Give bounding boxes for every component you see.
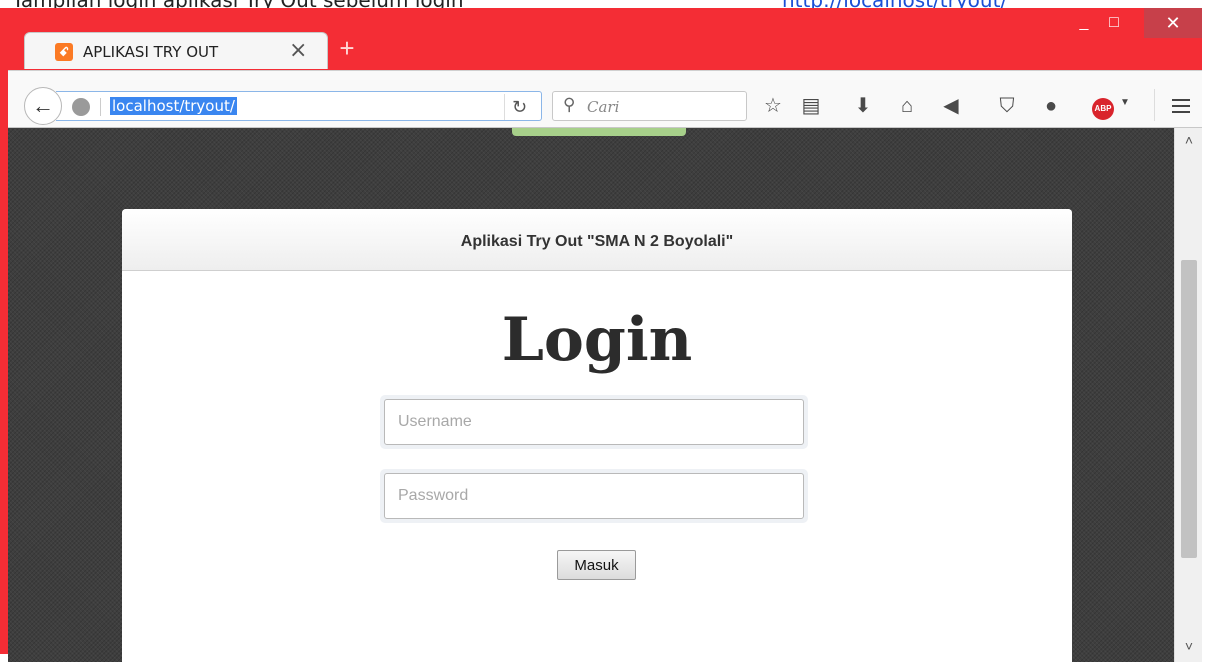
toolbar-divider bbox=[1154, 89, 1155, 121]
scroll-down-icon[interactable]: ˅ bbox=[1175, 638, 1203, 658]
reload-icon[interactable]: ↻ bbox=[504, 94, 534, 120]
search-icon: ⚲ bbox=[563, 95, 576, 114]
navigation-toolbar: localhost/tryout/ ↻ ← ⚲ Cari ☆ ▤ ⬇ ⌂ ◀ ⛉… bbox=[8, 70, 1202, 128]
page-content: Aplikasi Try Out "SMA N 2 Boyolali" Logi… bbox=[8, 128, 1174, 662]
title-bar: ꗃ APLIKASI TRY OUT × + _ □ ✕ bbox=[0, 8, 1202, 76]
search-placeholder: Cari bbox=[587, 98, 620, 116]
address-bar[interactable]: localhost/tryout/ ↻ bbox=[56, 91, 542, 121]
password-field-wrap bbox=[380, 469, 808, 523]
pocket-send-icon[interactable]: ◀ bbox=[938, 93, 964, 119]
top-accent-bar bbox=[512, 128, 686, 136]
close-window-button[interactable]: ✕ bbox=[1144, 8, 1202, 38]
tab-close-icon[interactable]: × bbox=[289, 38, 307, 63]
back-arrow-icon: ← bbox=[32, 93, 54, 118]
menu-icon[interactable] bbox=[1172, 99, 1190, 113]
new-tab-icon[interactable]: + bbox=[335, 35, 359, 61]
scroll-up-icon[interactable]: ˄ bbox=[1175, 132, 1203, 152]
username-field-wrap bbox=[380, 395, 808, 449]
adblock-plus-icon[interactable]: ABP bbox=[1092, 98, 1114, 120]
tab-title: APLIKASI TRY OUT bbox=[83, 43, 219, 61]
url-text[interactable]: localhost/tryout/ bbox=[110, 97, 237, 115]
maximize-button[interactable]: □ bbox=[1100, 8, 1128, 38]
username-input[interactable] bbox=[384, 399, 804, 445]
search-bar[interactable]: ⚲ Cari bbox=[552, 91, 747, 121]
xampp-icon: ꗃ bbox=[55, 43, 73, 61]
reading-list-icon[interactable]: ▤ bbox=[798, 93, 824, 119]
shield-icon[interactable]: ⛉ bbox=[994, 93, 1020, 119]
password-input[interactable] bbox=[384, 473, 804, 519]
bookmark-star-icon[interactable]: ☆ bbox=[760, 93, 786, 119]
download-icon[interactable]: ⬇ bbox=[850, 93, 876, 119]
login-heading: Login bbox=[501, 305, 693, 375]
chat-icon[interactable]: ● bbox=[1038, 93, 1064, 119]
panel-title: Aplikasi Try Out "SMA N 2 Boyolali" bbox=[122, 209, 1072, 271]
tab-aplikasi-try-out[interactable]: ꗃ APLIKASI TRY OUT × bbox=[24, 32, 328, 69]
vertical-scrollbar[interactable]: ˄ ˅ bbox=[1174, 128, 1202, 662]
site-identity-icon[interactable] bbox=[72, 98, 90, 116]
back-button[interactable]: ← bbox=[24, 87, 62, 125]
url-divider bbox=[100, 98, 101, 116]
login-panel: Aplikasi Try Out "SMA N 2 Boyolali" Logi… bbox=[122, 209, 1072, 662]
scroll-thumb[interactable] bbox=[1181, 260, 1197, 558]
home-icon[interactable]: ⌂ bbox=[894, 93, 920, 119]
minimize-button[interactable]: _ bbox=[1070, 8, 1098, 38]
chevron-down-icon[interactable]: ▼ bbox=[1120, 97, 1130, 108]
masuk-button[interactable]: Masuk bbox=[557, 550, 636, 580]
browser-window: ꗃ APLIKASI TRY OUT × + _ □ ✕ localhost/t… bbox=[0, 8, 1202, 662]
